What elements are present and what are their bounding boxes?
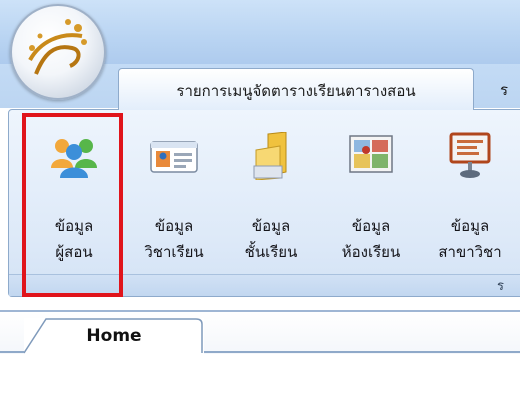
teacher-data-label-1: ข้อมูล: [54, 217, 94, 235]
tab-home[interactable]: Home: [24, 318, 204, 354]
tab-schedule-menu-label: รายการเมนูจัดตารางเรียนตารางสอน: [176, 82, 416, 100]
subject-data-button[interactable]: ข้อมูล วิชาเรียน: [124, 118, 224, 286]
subject-data-label-2: วิชาเรียน: [144, 243, 204, 261]
subject-data-label-1: ข้อมูล: [154, 217, 194, 235]
class-level-data-label-2: ชั้นเรียน: [244, 243, 298, 261]
tab-next-label: ร: [500, 81, 509, 99]
teacher-data-label-2: ผู้สอน: [55, 243, 93, 261]
classroom-data-button[interactable]: ข้อมูล ห้องเรียน: [321, 118, 421, 286]
folder-icon: [253, 132, 287, 180]
tab-next[interactable]: ร: [500, 78, 508, 102]
major-data-button[interactable]: ข้อมูล สาขาวิชา: [420, 118, 520, 286]
major-data-label-1: ข้อมูล: [450, 217, 490, 235]
classroom-icon: [349, 135, 393, 173]
presentation-board-icon: [449, 132, 491, 178]
teacher-data-button[interactable]: ข้อมูล ผู้สอน: [24, 118, 124, 286]
tab-schedule-menu[interactable]: รายการเมนูจัดตารางเรียนตารางสอน: [118, 68, 474, 110]
app-menu-button[interactable]: [10, 4, 106, 100]
classroom-data-label-2: ห้องเรียน: [341, 243, 401, 261]
users-icon: [51, 139, 97, 178]
class-level-data-label-1: ข้อมูล: [251, 217, 291, 235]
tab-home-label: Home: [86, 326, 142, 346]
major-data-label-2: สาขาวิชา: [438, 243, 502, 261]
id-card-icon: [150, 141, 198, 173]
classroom-data-label-1: ข้อมูล: [351, 217, 391, 235]
app-logo-icon: [28, 19, 87, 75]
class-level-data-button[interactable]: ข้อมูล ชั้นเรียน: [221, 118, 321, 286]
